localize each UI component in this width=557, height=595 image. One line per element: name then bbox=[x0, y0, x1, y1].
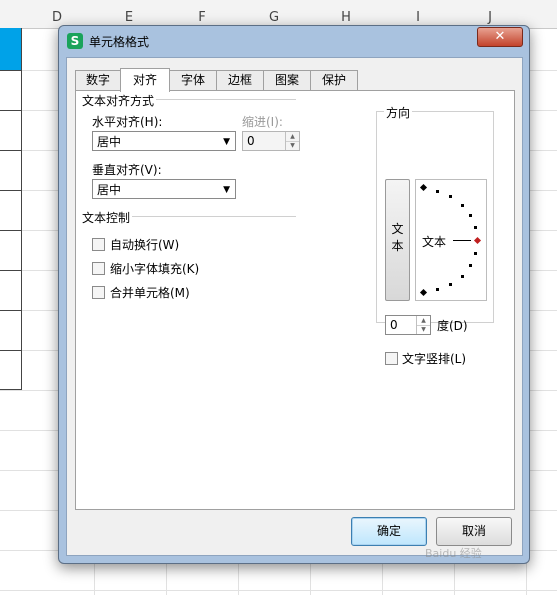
group-separator bbox=[156, 99, 296, 100]
wrap-text-label[interactable]: 自动换行(W) bbox=[110, 236, 179, 253]
tab-protection[interactable]: 保护 bbox=[310, 70, 358, 90]
cell-border bbox=[0, 150, 21, 151]
cell-border bbox=[0, 310, 21, 311]
dial-tick bbox=[436, 190, 439, 193]
vertical-align-label: 垂直对齐(V): bbox=[92, 163, 162, 177]
horizontal-align-select[interactable]: 居中 ▼ bbox=[92, 131, 236, 151]
dial-tick bbox=[461, 275, 464, 278]
spin-down-icon[interactable]: ▼ bbox=[286, 141, 299, 150]
dial-line bbox=[453, 240, 471, 241]
column-header-h[interactable]: H bbox=[310, 0, 382, 28]
dial-tick bbox=[449, 283, 452, 286]
horizontal-align-value: 居中 bbox=[97, 135, 122, 149]
dialog-titlebar[interactable]: S 单元格格式 ✕ bbox=[59, 26, 529, 56]
group-separator bbox=[132, 216, 296, 217]
dropdown-arrow-icon: ▼ bbox=[223, 185, 230, 195]
ok-button[interactable]: 确定 bbox=[351, 517, 427, 546]
indent-spinner[interactable]: 0 ▲ ▼ bbox=[242, 131, 300, 151]
watermark: Baidu 经验 bbox=[425, 547, 482, 560]
grid-line bbox=[0, 590, 557, 591]
spin-down-icon[interactable]: ▼ bbox=[417, 325, 430, 334]
column-header-e[interactable]: E bbox=[94, 0, 164, 28]
orientation-dial[interactable]: 文本 bbox=[415, 179, 487, 301]
shrink-to-fit-checkbox[interactable] bbox=[92, 262, 105, 275]
bordered-cell-range[interactable] bbox=[0, 28, 22, 390]
dropdown-arrow-icon: ▼ bbox=[223, 137, 230, 147]
column-header-j[interactable]: J bbox=[454, 0, 526, 28]
tab-font[interactable]: 字体 bbox=[169, 70, 217, 90]
horizontal-align-label: 水平对齐(H): bbox=[92, 115, 163, 129]
selected-cell-highlight bbox=[0, 28, 21, 70]
merge-cells-label[interactable]: 合并单元格(M) bbox=[110, 284, 190, 301]
cell-border bbox=[0, 190, 21, 191]
wps-app-icon: S bbox=[67, 33, 83, 49]
indent-value: 0 bbox=[247, 134, 255, 148]
vertical-text-checkbox[interactable] bbox=[385, 352, 398, 365]
vertical-text-label[interactable]: 文字竖排(L) bbox=[402, 350, 466, 367]
indent-label: 缩进(I): bbox=[242, 115, 283, 129]
cell-border bbox=[0, 350, 21, 351]
column-header-i[interactable]: I bbox=[382, 0, 454, 28]
text-alignment-group-title: 文本对齐方式 bbox=[82, 92, 155, 109]
tab-number[interactable]: 数字 bbox=[75, 70, 121, 90]
dial-tick bbox=[419, 183, 428, 192]
spinner-buttons: ▲ ▼ bbox=[285, 132, 299, 150]
vertical-text-char: 本 bbox=[391, 239, 404, 253]
vertical-align-select[interactable]: 居中 ▼ bbox=[92, 179, 236, 199]
cell-border bbox=[0, 70, 21, 71]
vertical-align-value: 居中 bbox=[97, 183, 122, 197]
cell-border bbox=[0, 110, 21, 111]
close-icon: ✕ bbox=[494, 29, 506, 44]
dial-tick bbox=[419, 288, 428, 297]
vertical-text-button[interactable]: 文 本 bbox=[385, 179, 410, 301]
dialog-body: 数字 对齐 字体 边框 图案 保护 文本对齐方式 水平对齐(H): 居中 ▼ 缩… bbox=[66, 57, 523, 556]
dial-tick bbox=[474, 252, 477, 255]
close-button[interactable]: ✕ bbox=[477, 27, 523, 47]
cell-border bbox=[0, 389, 21, 390]
orientation-group-title: 方向 bbox=[384, 104, 413, 121]
dial-text: 文本 bbox=[422, 235, 447, 249]
shrink-to-fit-label[interactable]: 缩小字体填充(K) bbox=[110, 260, 199, 277]
degree-value: 0 bbox=[390, 318, 398, 332]
alignment-panel: 文本对齐方式 水平对齐(H): 居中 ▼ 缩进(I): 0 ▲ ▼ 垂直对齐(V… bbox=[75, 90, 515, 510]
merge-cells-checkbox[interactable] bbox=[92, 286, 105, 299]
cell-border bbox=[0, 230, 21, 231]
spinner-buttons: ▲ ▼ bbox=[416, 316, 430, 334]
tab-pattern[interactable]: 图案 bbox=[263, 70, 311, 90]
format-cells-dialog: S 单元格格式 ✕ 数字 对齐 字体 边框 图案 保护 文本对齐方式 水平对齐(… bbox=[58, 25, 530, 564]
wrap-text-checkbox[interactable] bbox=[92, 238, 105, 251]
column-header-d[interactable]: D bbox=[35, 0, 79, 28]
column-header-f[interactable]: F bbox=[166, 0, 238, 28]
degree-spinner[interactable]: 0 ▲ ▼ bbox=[385, 315, 431, 335]
vertical-text-char: 文 bbox=[391, 222, 404, 236]
dial-tick bbox=[469, 214, 472, 217]
dial-tick bbox=[474, 226, 477, 229]
dialog-title: 单元格格式 bbox=[89, 35, 150, 49]
dial-tick bbox=[436, 288, 439, 291]
text-control-group-title: 文本控制 bbox=[82, 209, 131, 226]
dial-tick bbox=[461, 204, 464, 207]
dial-tick bbox=[449, 195, 452, 198]
cell-border bbox=[0, 270, 21, 271]
cancel-button[interactable]: 取消 bbox=[436, 517, 512, 546]
column-header-g[interactable]: G bbox=[238, 0, 310, 28]
dial-pointer[interactable] bbox=[473, 236, 482, 245]
tab-border[interactable]: 边框 bbox=[216, 70, 264, 90]
degree-label: 度(D) bbox=[437, 319, 468, 333]
tab-alignment[interactable]: 对齐 bbox=[120, 68, 170, 92]
dial-tick bbox=[469, 264, 472, 267]
